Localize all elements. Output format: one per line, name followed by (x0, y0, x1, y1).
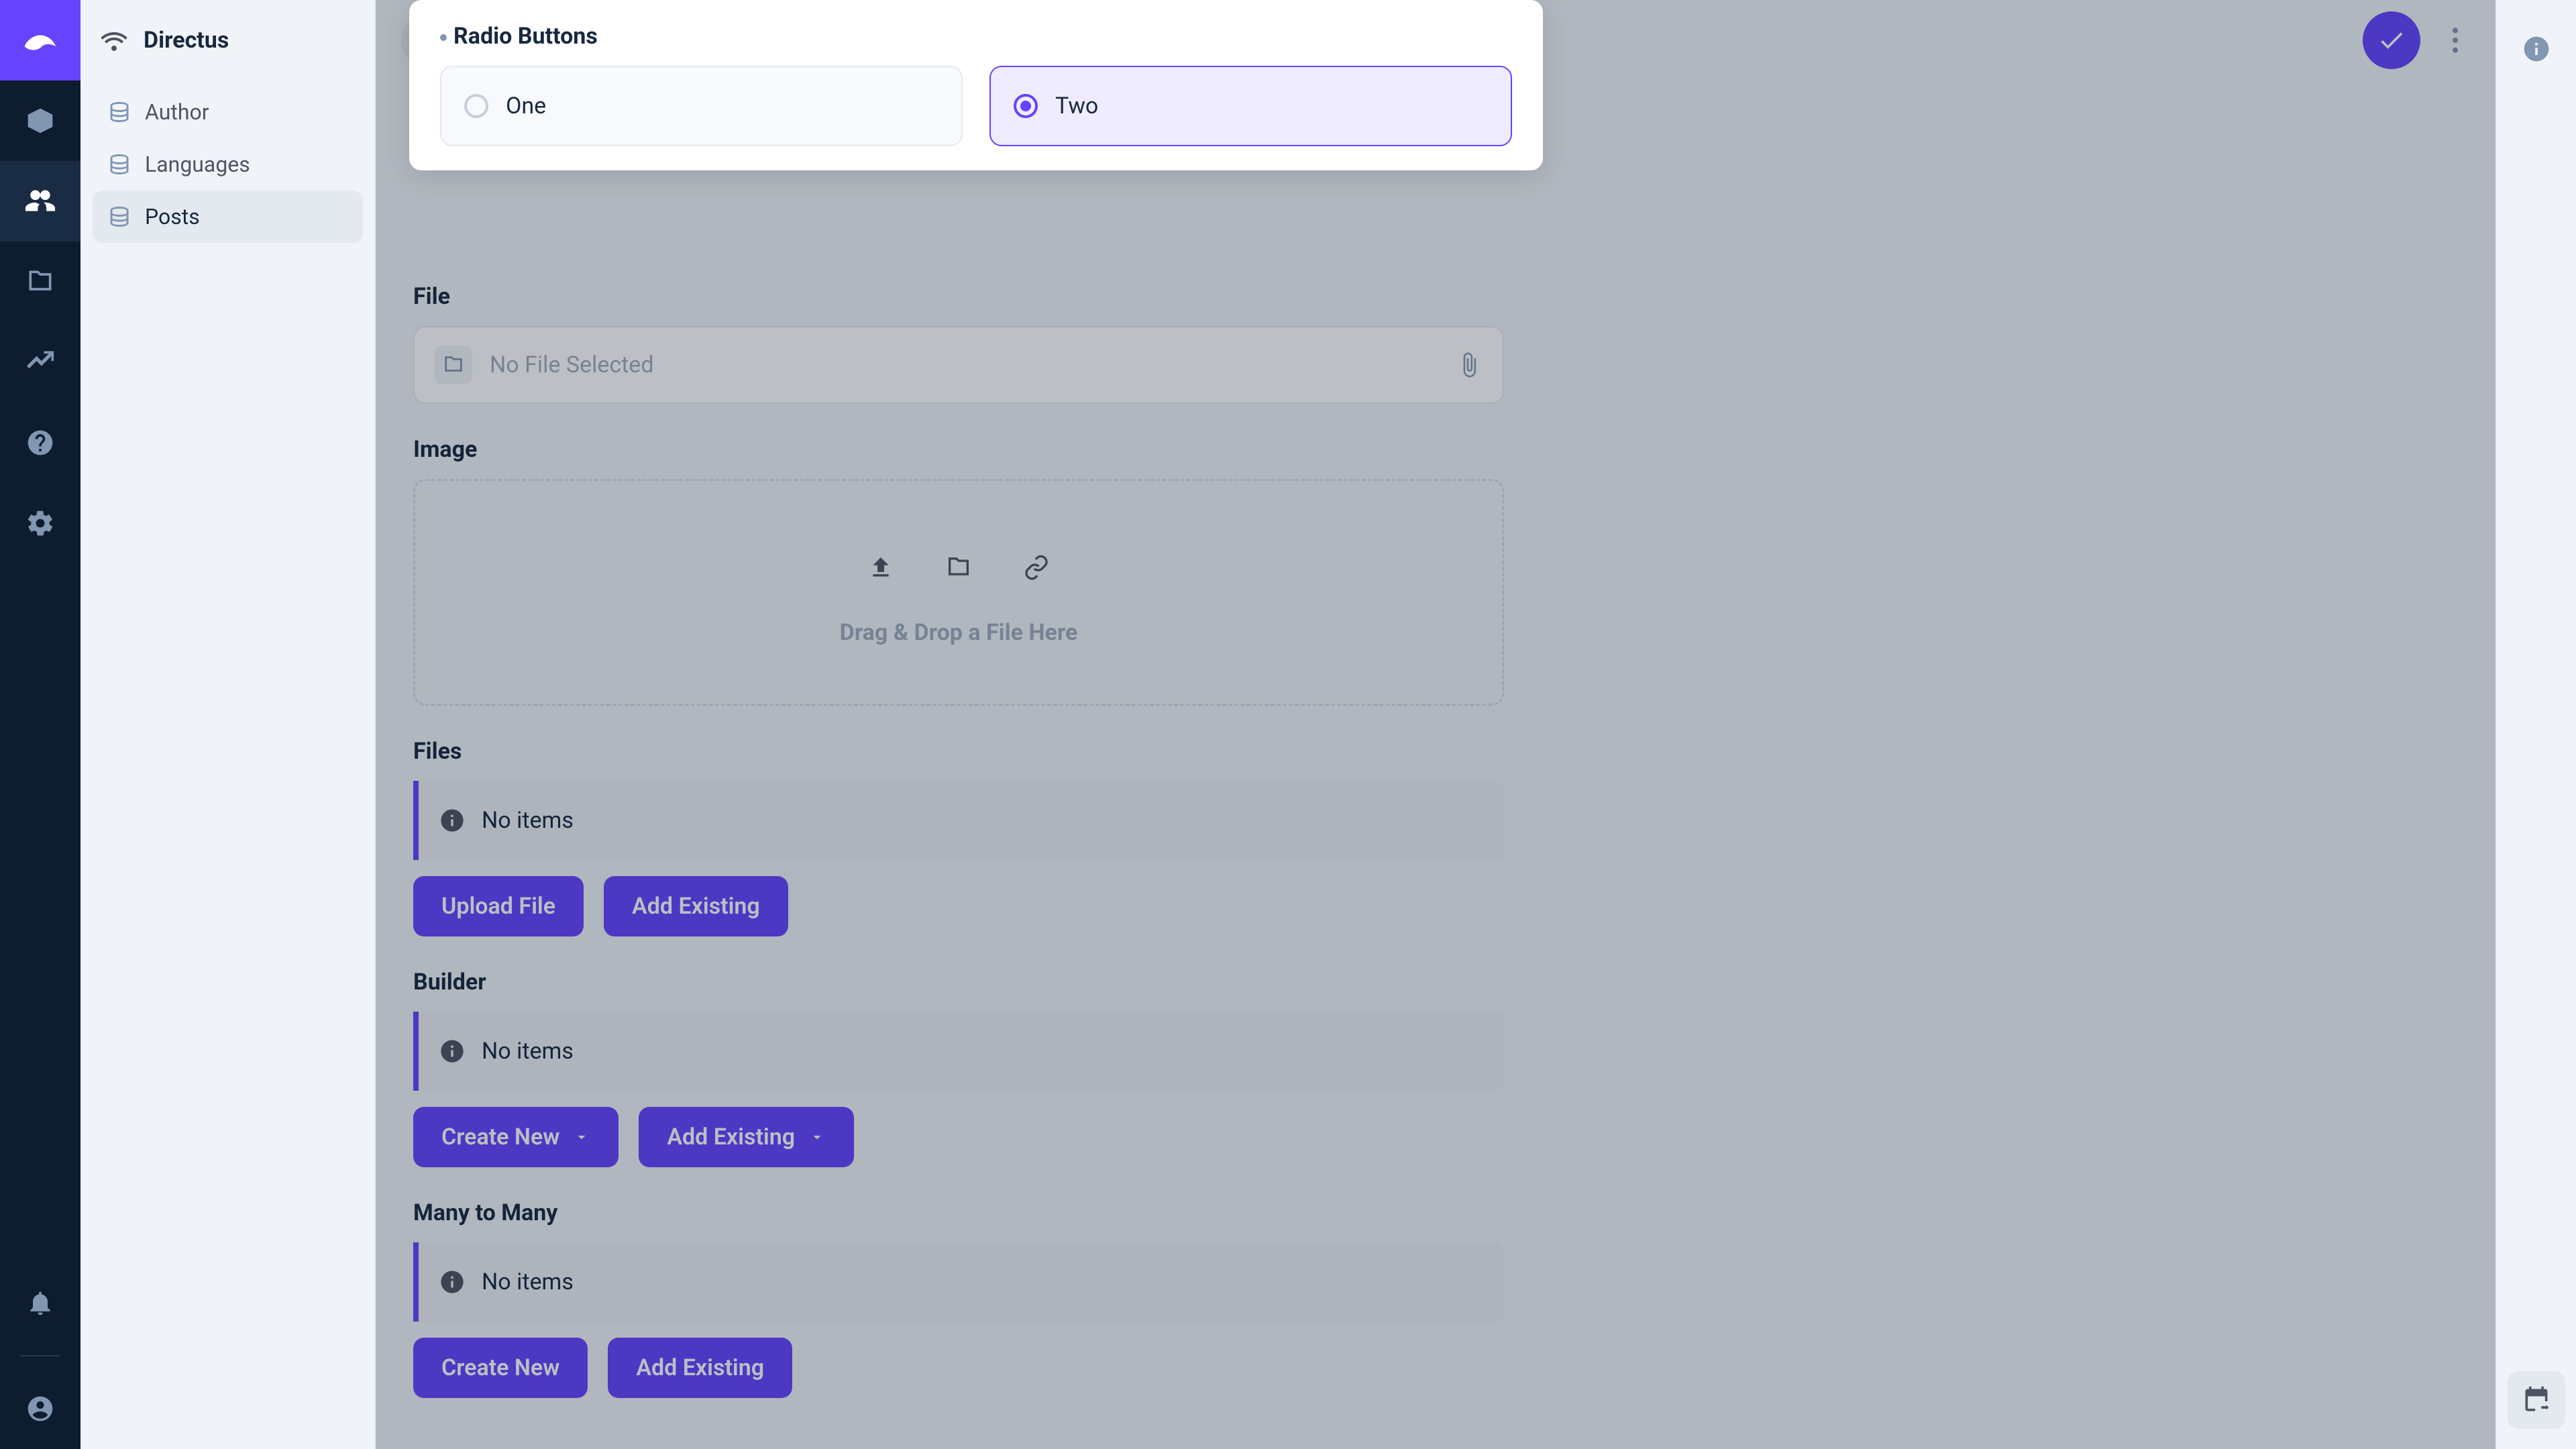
collections-panel: Directus Author Languages Posts (80, 0, 376, 1449)
collection-item-author[interactable]: Author (93, 86, 363, 138)
module-docs[interactable] (0, 402, 80, 483)
dots-vertical-icon (2451, 25, 2459, 55)
module-settings[interactable] (0, 483, 80, 564)
field-label-image: Image (413, 436, 1504, 463)
module-users[interactable] (0, 161, 80, 241)
field-label-files: Files (413, 738, 1504, 765)
add-existing-button[interactable]: Add Existing (608, 1338, 792, 1398)
info-icon (439, 1269, 466, 1295)
m2m-empty-banner: No items (413, 1242, 1504, 1322)
notifications-icon[interactable] (0, 1263, 80, 1343)
info-rail (2496, 0, 2576, 1449)
file-placeholder: No File Selected (490, 352, 1438, 378)
account-icon[interactable] (0, 1368, 80, 1449)
upload-icon[interactable] (852, 539, 910, 596)
chevron-down-icon (573, 1128, 590, 1146)
arrow-left-icon (417, 27, 443, 54)
image-dropzone[interactable]: Drag & Drop a File Here (413, 479, 1504, 706)
app-logo[interactable] (0, 0, 80, 80)
more-button[interactable] (2440, 11, 2470, 69)
file-input[interactable]: No File Selected (413, 326, 1504, 404)
collection-item-languages[interactable]: Languages (93, 138, 363, 191)
builder-empty-banner: No items (413, 1012, 1504, 1091)
save-button[interactable] (2363, 11, 2420, 69)
attachment-icon[interactable] (1456, 352, 1483, 378)
database-icon (107, 152, 131, 176)
add-existing-button[interactable]: Add Existing (639, 1107, 854, 1167)
module-content[interactable] (0, 80, 80, 161)
page-title: Creating Item in Posts (479, 21, 816, 60)
database-icon (107, 205, 131, 229)
upload-file-button[interactable]: Upload File (413, 876, 584, 936)
wifi-icon (98, 24, 130, 56)
files-empty-banner: No items (413, 781, 1504, 860)
info-icon[interactable] (2508, 20, 2565, 78)
database-icon (107, 100, 131, 124)
field-label-m2m: Many to Many (413, 1199, 1504, 1226)
brand-label: Directus (144, 27, 229, 54)
add-existing-button[interactable]: Add Existing (604, 876, 788, 936)
back-button[interactable] (401, 11, 459, 69)
chevron-down-icon (808, 1128, 826, 1146)
topbar: Creating Item in Posts (376, 0, 2496, 80)
check-icon (2377, 25, 2406, 55)
folder-icon[interactable] (930, 539, 987, 596)
create-new-button[interactable]: Create New (413, 1338, 588, 1398)
info-icon (439, 1038, 466, 1065)
collections-header: Directus (80, 0, 375, 80)
module-rail (0, 0, 80, 1449)
module-files[interactable] (0, 241, 80, 322)
link-icon[interactable] (1008, 539, 1065, 596)
module-insights[interactable] (0, 322, 80, 402)
field-label-file: File (413, 283, 1504, 310)
dropzone-text: Drag & Drop a File Here (840, 619, 1078, 646)
create-new-button[interactable]: Create New (413, 1107, 619, 1167)
info-icon (439, 807, 466, 834)
main-panel: Creating Item in Posts File No File Sele… (376, 0, 2496, 1449)
revisions-icon[interactable] (2508, 1371, 2565, 1429)
collection-item-posts[interactable]: Posts (93, 191, 363, 243)
field-label-builder: Builder (413, 969, 1504, 996)
folder-icon (435, 346, 472, 384)
